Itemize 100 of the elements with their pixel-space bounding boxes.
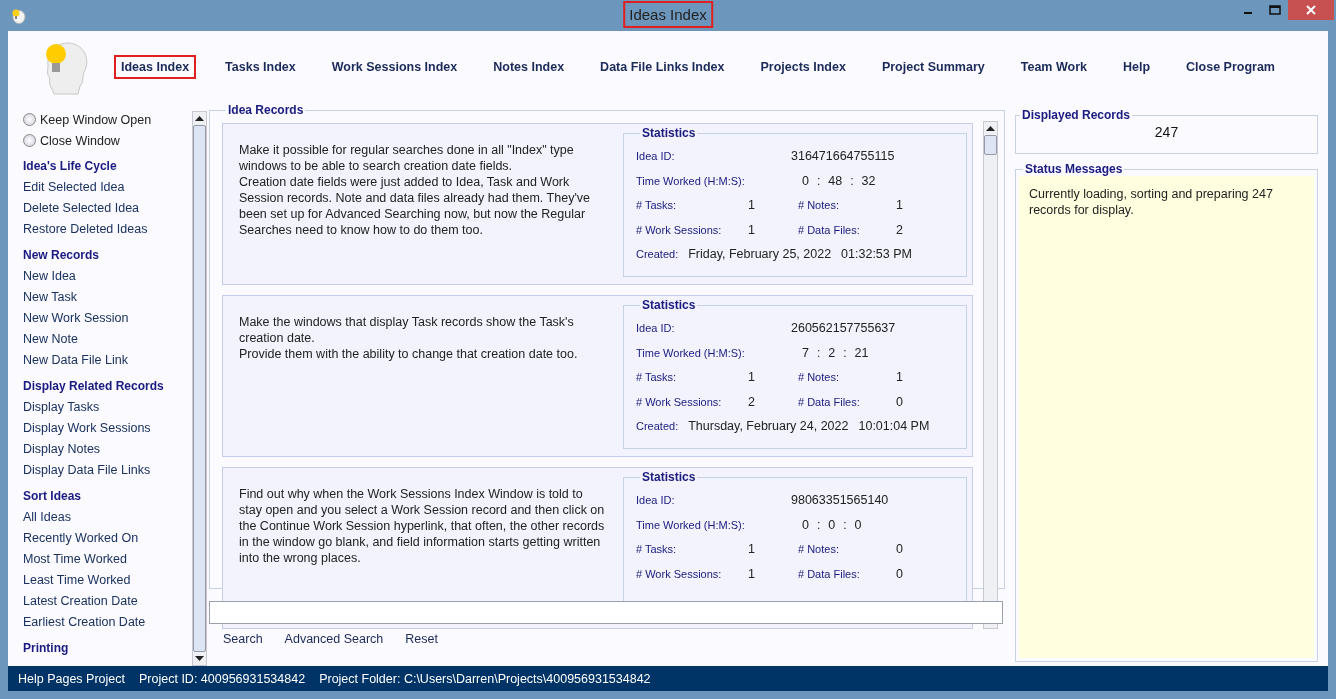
field-value: 1 — [748, 369, 756, 386]
panel-title: Status Messages — [1024, 162, 1124, 176]
time-separator: : — [843, 516, 847, 534]
section-heading: Display Related Records — [23, 378, 165, 395]
sidebar-link[interactable]: Display Work Sessions — [23, 418, 192, 439]
sidebar-link[interactable]: Display Tasks — [23, 397, 192, 418]
nav-link[interactable]: Work Sessions Index — [324, 55, 465, 79]
sidebar-link[interactable]: Least Time Worked — [23, 570, 192, 591]
nav-link[interactable]: Projects Index — [753, 55, 853, 79]
sidebar-link[interactable]: Recently Worked On — [23, 528, 192, 549]
field-value: 0 — [896, 541, 903, 558]
sidebar-link[interactable]: Display Notes — [23, 439, 192, 460]
field-label: Created: — [636, 419, 679, 434]
close-button[interactable] — [1288, 0, 1334, 20]
search-action-button[interactable]: Advanced Search — [276, 628, 392, 650]
field-value: 1 — [748, 197, 756, 214]
panel-title: Statistics — [641, 126, 697, 140]
scrollbar-thumb[interactable] — [193, 125, 206, 652]
nav-link[interactable]: Team Work — [1013, 55, 1094, 79]
sidebar-link[interactable]: Delete Selected Idea — [23, 198, 192, 219]
nav-link[interactable]: Help — [1115, 55, 1158, 79]
field-label: # Work Sessions: — [636, 394, 723, 410]
scroll-down-icon[interactable] — [195, 656, 204, 661]
status-text: Project Folder: C:\Users\Darren\Projects\400956931534842 — [319, 671, 651, 686]
maximize-icon — [1268, 5, 1281, 15]
field-value: 2 — [748, 393, 756, 411]
field-label: Time Worked (H:M:S): — [636, 517, 746, 533]
field-label: Time Worked (H:M:S): — [636, 173, 746, 189]
sidebar-link[interactable]: New Task — [23, 287, 192, 308]
panel-title: Statistics — [641, 470, 697, 484]
search-action-button[interactable]: Reset — [397, 628, 446, 650]
field-label: Created: — [636, 247, 679, 262]
field-label: # Notes: — [798, 542, 840, 557]
nav-link[interactable]: Tasks Index — [218, 55, 303, 79]
sidebar-link[interactable]: Restore Deleted Ideas — [23, 219, 192, 240]
time-worked: 32 — [861, 172, 876, 190]
idea-id: 260562157755637 — [791, 320, 896, 337]
field-label: Idea ID: — [636, 149, 676, 164]
created-time: 10:01:04 PM — [858, 418, 930, 435]
sidebar-link[interactable]: Most Time Worked — [23, 549, 192, 570]
sidebar-link[interactable]: New Data File Link — [23, 350, 192, 371]
scrollbar[interactable] — [983, 121, 998, 629]
panel-title: Idea Records — [227, 103, 305, 117]
record-card[interactable] — [222, 123, 973, 285]
time-worked: 7 — [802, 344, 809, 362]
time-worked: 21 — [854, 344, 869, 362]
search-action-button[interactable]: Search — [215, 628, 271, 650]
field-label: # Data Files: — [798, 394, 861, 410]
search-field[interactable] — [209, 601, 1003, 624]
time-worked: 0 — [802, 172, 809, 190]
sidebar-link[interactable]: New Idea — [23, 266, 192, 287]
minimize-icon — [1243, 12, 1252, 14]
nav-link[interactable]: Notes Index — [486, 55, 572, 79]
field-label: # Notes: — [798, 370, 840, 385]
scroll-up-icon[interactable] — [986, 126, 995, 131]
sidebar-link[interactable]: Earliest Creation Date — [23, 612, 192, 633]
status-text: Help Pages Project — [18, 671, 125, 686]
time-separator: : — [816, 516, 821, 534]
record-description: Make it possible for regular searches done in all "Index" type windows to be able to search creation date fields. Creation date fields were just added to Idea, Task and Work Session records. Note and data files already had them. They've been set up for Advanced Searching now, but now the Regular Searches need to know how to do them too. — [239, 142, 591, 239]
scrollbar-thumb[interactable] — [984, 135, 997, 155]
field-value: 0 — [896, 565, 903, 583]
nav-link[interactable]: Ideas Index — [114, 55, 197, 79]
record-card[interactable] — [222, 295, 973, 457]
sidebar-link[interactable]: New Work Session — [23, 308, 192, 329]
field-label: Idea ID: — [636, 321, 676, 336]
field-label: Idea ID: — [636, 493, 676, 508]
created-date: Friday, February 25, 2022 — [688, 246, 832, 263]
scroll-up-icon[interactable] — [195, 116, 204, 121]
time-separator: : — [850, 172, 854, 190]
created-time: 01:32:53 PM — [841, 246, 912, 263]
panel-title: Statistics — [641, 298, 697, 312]
nav-link[interactable]: Project Summary — [874, 55, 992, 79]
time-separator: : — [843, 344, 847, 362]
field-label: # Data Files: — [798, 222, 861, 238]
field-label: # Tasks: — [636, 370, 678, 385]
field-label: # Tasks: — [636, 542, 678, 557]
record-count: 247 — [1153, 123, 1180, 140]
sidebar-link[interactable]: Latest Creation Date — [23, 591, 192, 612]
radio-option[interactable]: Keep Window Open — [23, 109, 192, 130]
field-value: 1 — [896, 369, 903, 386]
field-value: 1 — [748, 565, 756, 583]
scrollbar[interactable] — [192, 111, 207, 666]
field-label: # Data Files: — [798, 566, 861, 582]
lightbulb-head-icon — [10, 7, 26, 24]
field-label: # Work Sessions: — [636, 566, 723, 582]
sidebar-link[interactable]: Edit Selected Idea — [23, 177, 192, 198]
record-description: Find out why when the Work Sessions Index Window is told to stay open and you select a Work Session record and then click on the Continue Work Session hyperlink, that often, the other records in the window go blank, and field information starts getting written into the wrong places. — [239, 486, 606, 567]
nav-link[interactable]: Data File Links Index — [593, 55, 732, 79]
section-heading: Printing — [23, 640, 70, 657]
sidebar-link[interactable]: Display Data File Links — [23, 460, 192, 481]
radio-option[interactable]: Close Window — [23, 130, 192, 151]
created-date: Thursday, February 24, 2022 — [688, 418, 849, 435]
sidebar-link[interactable]: All Ideas — [23, 507, 192, 528]
time-separator: : — [816, 344, 821, 362]
nav-link[interactable]: Close Program — [1179, 55, 1282, 79]
status-message: Currently loading, sorting and preparing 247 records for display. — [1029, 186, 1274, 218]
time-worked: 0 — [828, 516, 836, 534]
sidebar-link[interactable]: New Note — [23, 329, 192, 350]
field-label: Time Worked (H:M:S): — [636, 345, 746, 361]
time-worked: 48 — [828, 172, 843, 190]
